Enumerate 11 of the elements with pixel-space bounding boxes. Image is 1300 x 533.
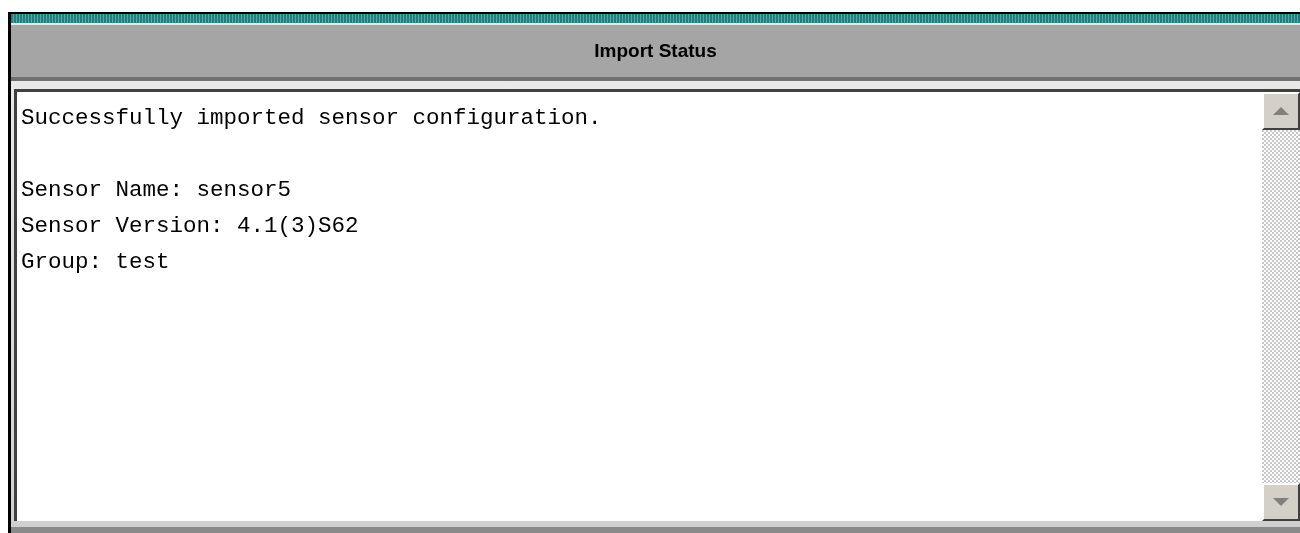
window-title: Import Status	[594, 40, 717, 62]
scroll-down-button[interactable]	[1262, 483, 1300, 521]
status-line: Sensor Name: sensor5	[21, 176, 293, 205]
down-arrow-icon	[1273, 498, 1289, 506]
status-line: Sensor Version: 4.1(3)S62	[21, 212, 360, 241]
status-line: Group: test	[21, 248, 171, 277]
scroll-up-button[interactable]	[1262, 92, 1300, 130]
status-text-area[interactable]: Successfully imported sensor configuration. Sensor Name: sensor5 Sensor Version: 4.1(3)S62 Group: test	[14, 89, 1300, 521]
status-line: Successfully imported sensor configuration.	[21, 104, 603, 133]
up-arrow-icon	[1273, 107, 1289, 115]
vertical-scrollbar[interactable]	[1262, 92, 1300, 521]
